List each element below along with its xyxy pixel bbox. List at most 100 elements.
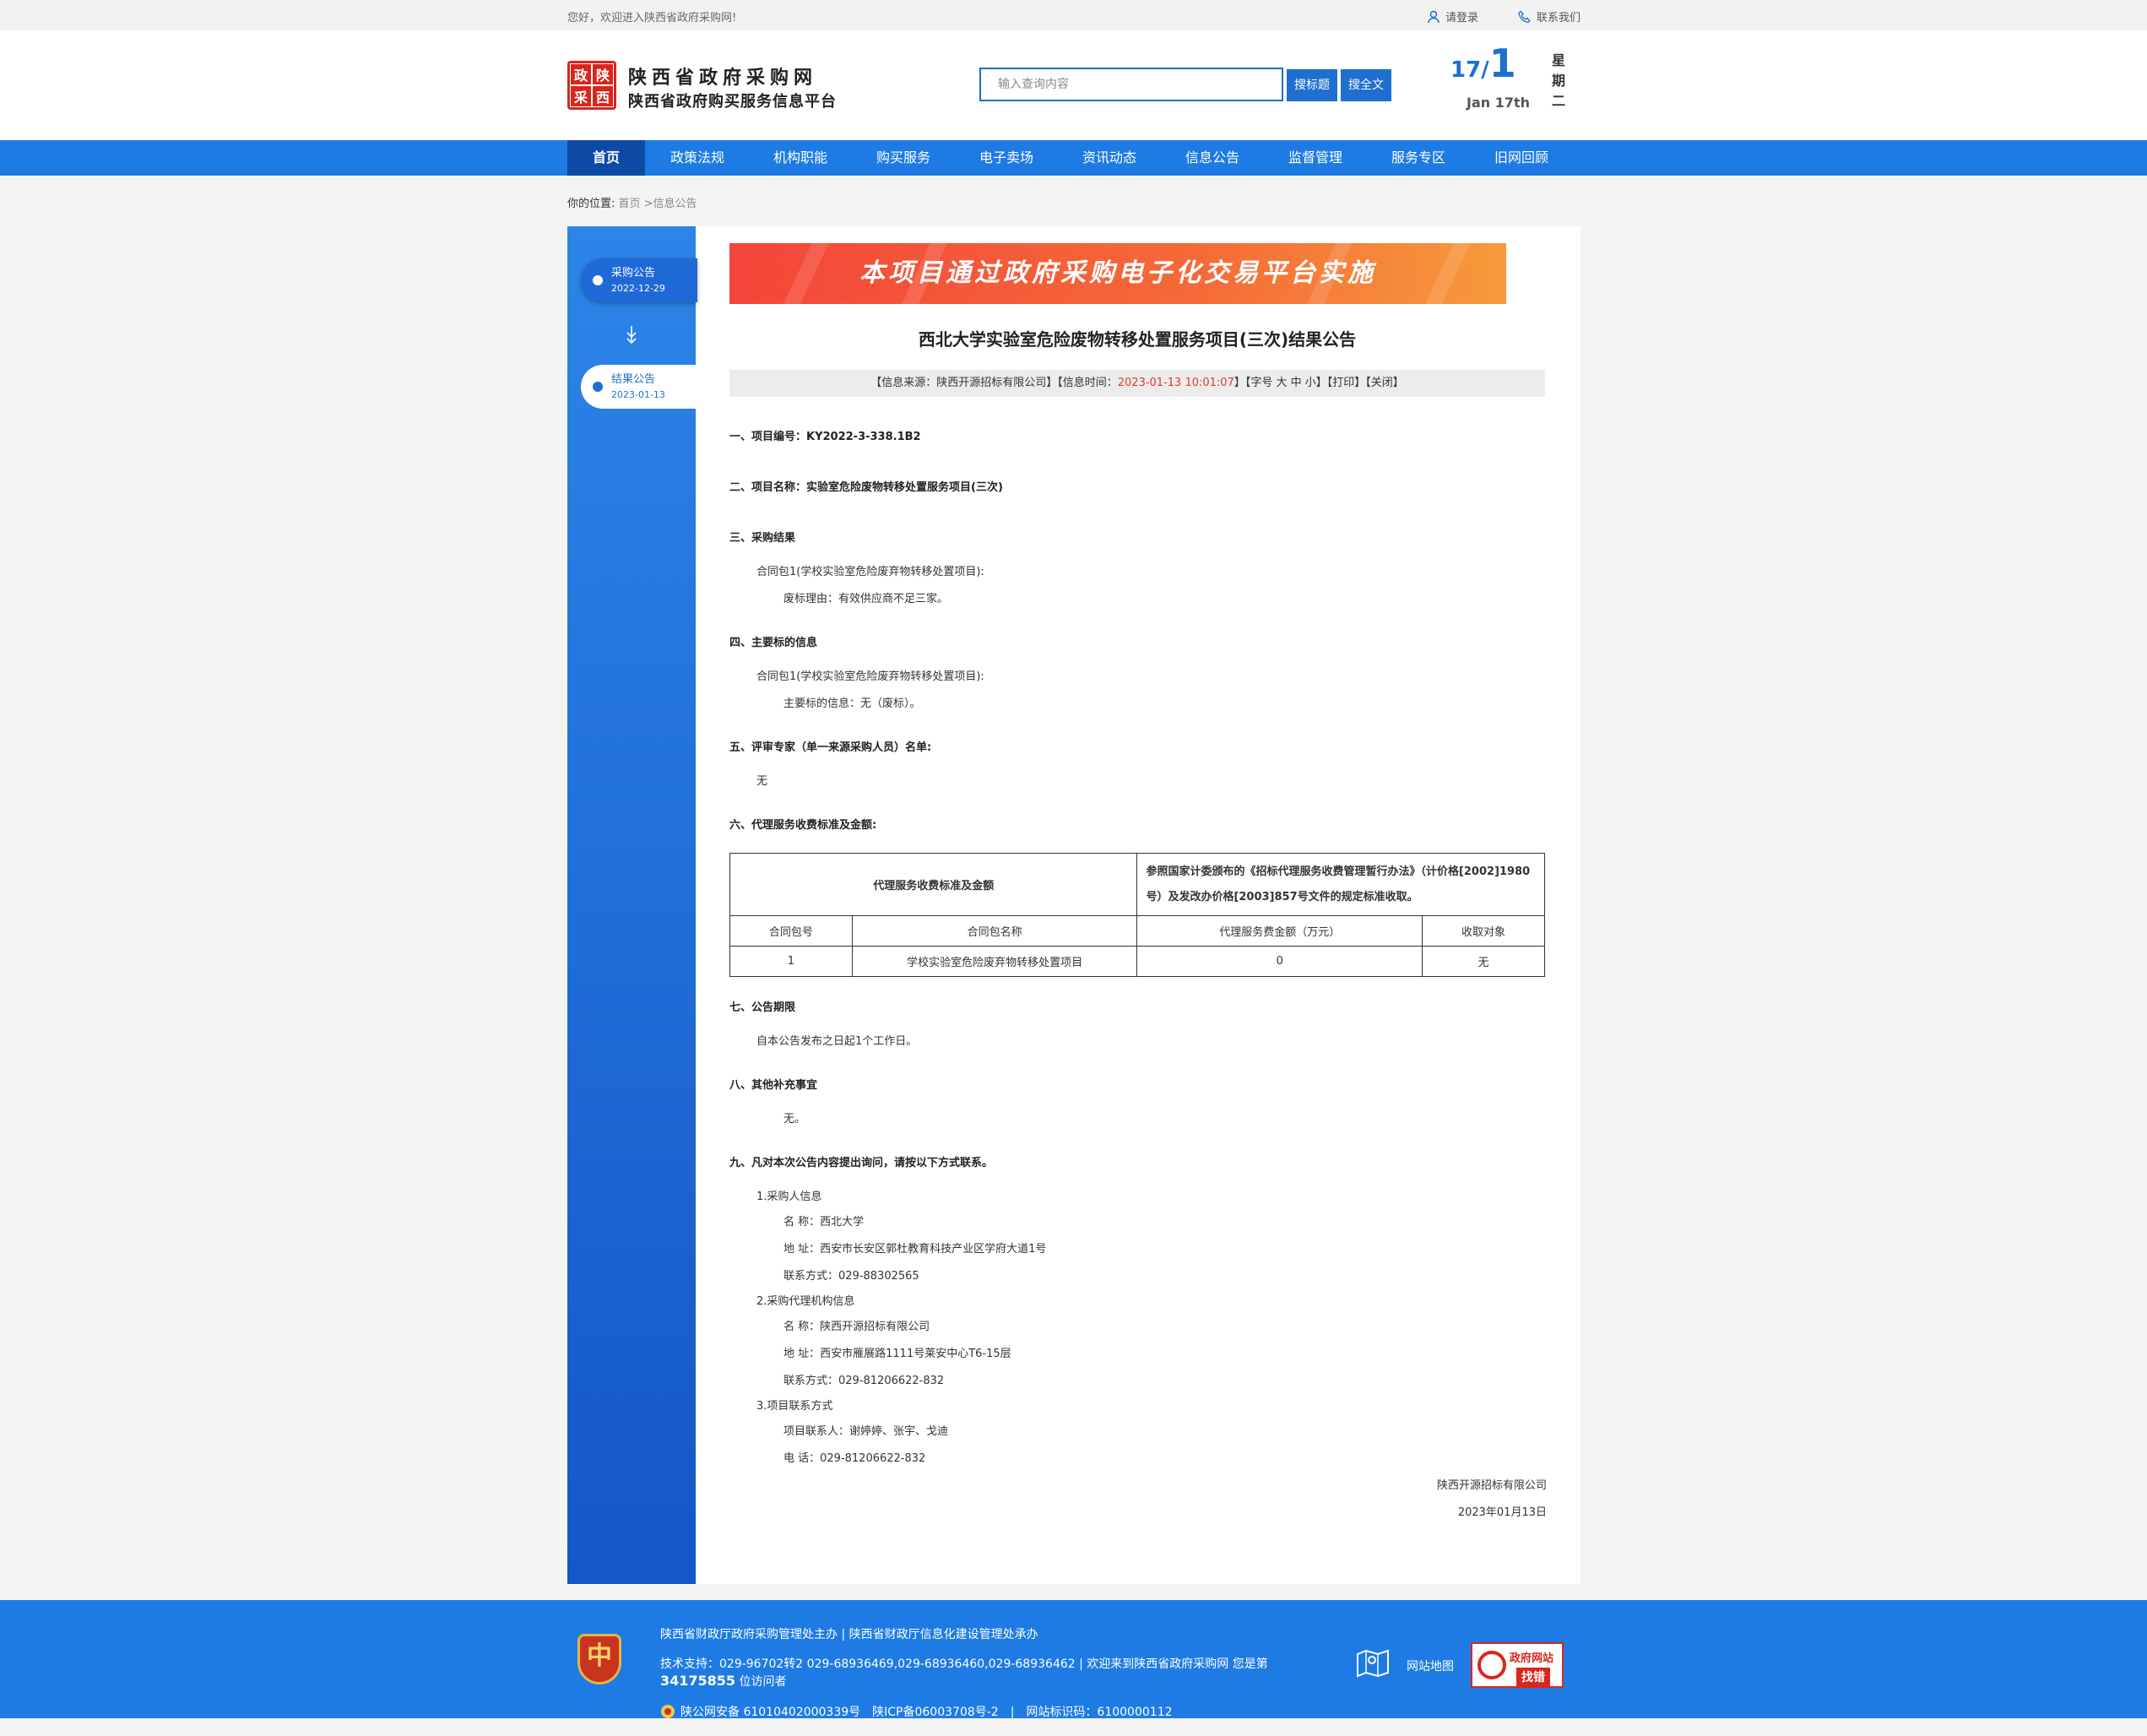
- table-cell: 0: [1136, 946, 1423, 977]
- nav-purchase-service[interactable]: 购买服务: [865, 140, 942, 176]
- timeline-dot: [593, 275, 603, 285]
- banner-text: 本项目通过政府采购电子化交易平台实施: [859, 258, 1376, 288]
- nav-news[interactable]: 资讯动态: [1071, 140, 1148, 176]
- fee-head-left: 代理服务收费标准及金额: [729, 853, 1138, 916]
- contact-project-heading: 3.项目联系方式: [756, 1400, 833, 1413]
- agency-phone: 联系方式：029-81206622-832: [783, 1375, 945, 1387]
- experts-value: 无: [756, 775, 768, 788]
- section-other-matters: 八、其他补充事宜: [729, 1079, 818, 1092]
- signature-date: 2023年01月13日: [1457, 1506, 1547, 1519]
- main-nav: 首页 政策法规 机构职能 购买服务 电子卖场 资讯动态 信息公告 监督管理 服务…: [0, 140, 2147, 176]
- badge-bottom-text: 找错: [1516, 1668, 1550, 1686]
- article-title: 西北大学实验室危险废物转移处置服务项目(三次)结果公告: [918, 329, 1357, 350]
- date-day: 17: [1450, 57, 1482, 83]
- column-header: 合同包号: [729, 915, 853, 947]
- meta-time: 2023-01-13 10:01:07: [1117, 377, 1234, 389]
- section-experts: 五、评审专家（单一来源采购人员）名单:: [729, 741, 932, 754]
- sitemap-link[interactable]: 网站地图: [1407, 1657, 1454, 1674]
- project-phone: 电 话：029-81206622-832: [783, 1452, 926, 1465]
- logo-char: 陕: [592, 63, 614, 85]
- timeline-date: 2022-12-29: [611, 283, 665, 294]
- section-project-name: 二、项目名称：实验室危险废物转移处置服务项目(三次): [729, 481, 1003, 494]
- nav-home[interactable]: 首页: [567, 140, 645, 176]
- timeline-sidebar: 采购公告 2022-12-29 结果公告 2023-01-13: [567, 226, 697, 1584]
- site-name: 陕西省政府采购网: [628, 68, 818, 89]
- agency-name: 名 称：陕西开源招标有限公司: [783, 1321, 930, 1333]
- column-header: 代理服务费金额（万元）: [1136, 915, 1423, 947]
- logo-char: 政: [570, 63, 592, 85]
- top-bar: 您好，欢迎进入陕西省政府采购网! 请登录 联系我们: [0, 0, 2147, 30]
- report-error-badge[interactable]: 政府网站 找错: [1471, 1642, 1564, 1688]
- section-project-number: 一、项目编号：KY2022-3-338.1B2: [729, 431, 921, 443]
- nav-supervision[interactable]: 监督管理: [1277, 140, 1354, 176]
- project-contacts: 项目联系人：谢婷婷、张宇、戈迪: [783, 1425, 949, 1438]
- table-cell: 1: [729, 946, 853, 977]
- logo-char: 西: [592, 85, 614, 107]
- date-slash: /: [1481, 57, 1489, 83]
- timeline-item-result[interactable]: 结果公告 2023-01-13: [581, 365, 697, 409]
- timeline-title: 结果公告: [611, 373, 656, 386]
- result-package: 合同包1(学校实验室危险废弃物转移处置项目):: [756, 566, 984, 578]
- visit-counter: 34175855: [660, 1673, 736, 1689]
- purchaser-name: 名 称：西北大学: [783, 1216, 865, 1229]
- map-icon[interactable]: [1356, 1649, 1390, 1678]
- section-result: 三、采购结果: [729, 532, 796, 545]
- article-meta-bar: 【信息来源：陕西开源招标有限公司】【信息时间：2023-01-13 10:01:…: [729, 370, 1545, 397]
- footer-visitor-suffix: 位访问者: [739, 1675, 787, 1689]
- nav-policy[interactable]: 政策法规: [659, 140, 736, 176]
- contact-label: 联系我们: [1537, 12, 1581, 24]
- notice-period-value: 自本公告发布之日起1个工作日。: [756, 1035, 918, 1048]
- nav-e-mall[interactable]: 电子卖场: [968, 140, 1045, 176]
- meta-actions[interactable]: 】【字号 大 中 小】【打印】【关闭】: [1234, 377, 1404, 389]
- timeline-date: 2023-01-13: [611, 389, 665, 400]
- date-display: 17/1: [1450, 41, 1516, 86]
- contact-link[interactable]: 联系我们: [1518, 8, 1580, 24]
- search-title-button[interactable]: 搜标题: [1287, 69, 1337, 101]
- login-label: 请登录: [1445, 12, 1479, 24]
- footer-sponsor: 陕西省财政厅政府采购管理处主办 | 陕西省财政厅信息化建设管理处承办: [660, 1628, 1038, 1641]
- column-header: 收取对象: [1422, 915, 1545, 947]
- party-emblem-icon: 中: [577, 1634, 621, 1684]
- login-link[interactable]: 请登录: [1427, 8, 1478, 24]
- section-contact: 九、凡对本次公告内容提出询问，请按以下方式联系。: [729, 1157, 994, 1169]
- nav-announcements[interactable]: 信息公告: [1174, 140, 1251, 176]
- table-cell: 学校实验室危险废弃物转移处置项目: [851, 946, 1138, 977]
- target-info: 主要标的信息：无（废标）。: [783, 697, 921, 710]
- nav-service-zone[interactable]: 服务专区: [1380, 140, 1457, 176]
- other-matters-value: 无。: [783, 1113, 806, 1126]
- down-arrow-icon: [623, 324, 640, 348]
- logo-char: 采: [570, 85, 592, 107]
- nav-old-site[interactable]: 旧网回顾: [1483, 140, 1560, 176]
- date-month: 1: [1488, 41, 1516, 86]
- timeline-item-procurement[interactable]: 采购公告 2022-12-29: [581, 258, 697, 302]
- site-footer: 中 陕西省财政厅政府采购管理处主办 | 陕西省财政厅信息化建设管理处承办 技术支…: [0, 1600, 2147, 1720]
- table-cell: 无: [1422, 946, 1545, 977]
- magnifier-icon: [1477, 1651, 1506, 1679]
- search-input[interactable]: 输入查询内容: [979, 68, 1283, 101]
- nav-institution[interactable]: 机构职能: [762, 140, 839, 176]
- section-agency-fee: 六、代理服务收费标准及金额:: [729, 819, 877, 832]
- site-logo[interactable]: 政 陕 采 西: [567, 61, 616, 110]
- police-badge-icon: [661, 1705, 675, 1718]
- meta-prefix: 【信息来源：陕西开源招标有限公司】【信息时间：: [870, 377, 1118, 389]
- footer-support: 技术支持：029-96702转2 029-68936469,029-689364…: [660, 1656, 1336, 1690]
- breadcrumb: 你的位置: 首页 >信息公告: [567, 194, 697, 210]
- footer-registration-text[interactable]: 陕公网安备 61010402000339号 陕ICP备06003708号-2 |…: [680, 1703, 1173, 1720]
- date-english: Jan 17th: [1467, 95, 1531, 111]
- welcome-text: 您好，欢迎进入陕西省政府采购网!: [567, 12, 737, 24]
- table-row: 代理服务收费标准及金额 参照国家计委颁布的《招标代理服务收费管理暂行办法》（计价…: [729, 853, 1545, 916]
- purchaser-phone: 联系方式：029-88302565: [783, 1270, 919, 1283]
- agency-fee-table: 代理服务收费标准及金额 参照国家计委颁布的《招标代理服务收费管理暂行办法》（计价…: [729, 853, 1545, 977]
- column-header: 合同包名称: [851, 915, 1138, 947]
- search-fulltext-button[interactable]: 搜全文: [1341, 69, 1391, 101]
- weekday: 星期二: [1552, 52, 1566, 109]
- platform-banner: 本项目通过政府采购电子化交易平台实施: [729, 243, 1506, 304]
- contact-agency-heading: 2.采购代理机构信息: [756, 1295, 855, 1308]
- timeline-title: 采购公告: [611, 267, 656, 279]
- user-icon: [1428, 10, 1439, 23]
- phone-icon: [1518, 10, 1531, 23]
- contact-purchaser-heading: 1.采购人信息: [756, 1191, 822, 1203]
- breadcrumb-path[interactable]: 首页 >信息公告: [619, 198, 697, 210]
- breadcrumb-label: 你的位置:: [567, 198, 615, 210]
- purchaser-address: 地 址：西安市长安区郭杜教育科技产业区学府大道1号: [783, 1243, 1047, 1256]
